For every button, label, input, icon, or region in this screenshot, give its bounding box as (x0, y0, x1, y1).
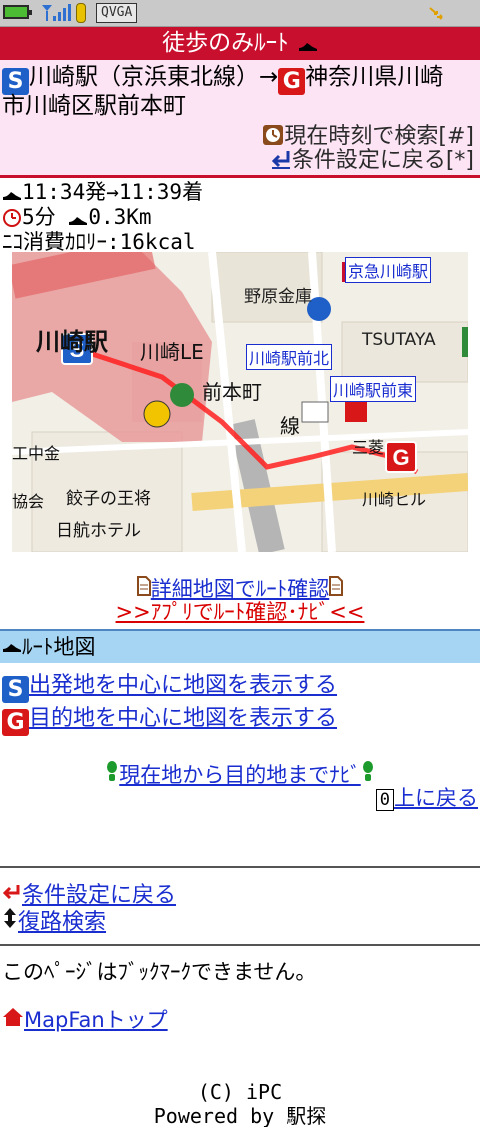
map-label: 日航ホテル (56, 521, 141, 541)
footprint-icon (107, 761, 118, 781)
goal-center-link[interactable]: 目的地を中心に地図を表示する (29, 706, 337, 731)
route-to-line2: 市川崎区駅前本町 (2, 93, 186, 119)
route-from: 川崎駅（京浜東北線）→ (29, 64, 279, 90)
map-label: 川崎駅前東 (330, 376, 417, 402)
divider (0, 944, 480, 946)
map-label: 川崎ヒル (362, 490, 427, 509)
start-center-link[interactable]: 出発地を中心に地図を表示する (29, 673, 337, 698)
back-top-row: 0 上に戻る (375, 784, 478, 812)
route-to-line1: 神奈川県川崎 (305, 64, 444, 90)
navi-current-link[interactable]: 現在地から目的地までﾅﾋﾞ (119, 763, 361, 787)
walking-shoe-icon (3, 192, 21, 200)
mapfan-top-link[interactable]: MapFanトップ (24, 1008, 168, 1032)
battery-icon (3, 5, 32, 19)
return-arrow-icon (271, 151, 290, 169)
detail-map-link[interactable]: 詳細地図でﾙｰﾄ確認 (151, 577, 330, 601)
walking-shoe-icon (298, 43, 317, 51)
map-label: 川崎LE (140, 340, 204, 364)
copyright: (C) iPC (197, 1080, 283, 1104)
memory-card-icon (76, 3, 86, 23)
divider (0, 175, 480, 178)
map-label: 川崎駅前北 (246, 344, 333, 370)
return-arrow-icon (2, 885, 20, 900)
calorie-icon: ﾆｺ (2, 230, 23, 254)
return-route-row: 復路検索 (2, 907, 106, 937)
key-zero-icon: 0 (375, 789, 394, 811)
powered-by: Powered by 駅探 (153, 1104, 327, 1127)
app-navi-link[interactable]: >>ｱﾌﾟﾘでﾙｰﾄ確認･ﾅﾋﾞ<< (116, 600, 365, 624)
map-label: 前本町 (202, 380, 262, 404)
goal-center-row: G 目的地を中心に地図を表示する (2, 705, 337, 736)
search-now-option[interactable]: 現在時刻で検索[#] (262, 124, 474, 150)
map-label: 京急川崎駅 (345, 257, 432, 283)
map-label: 協会 (12, 492, 45, 511)
route-duration-distance: 5分 0.3Km (2, 205, 152, 230)
up-down-arrow-icon (4, 908, 16, 928)
map-label: 餃子の王将 (66, 489, 151, 509)
walking-shoe-icon (69, 217, 88, 225)
walking-shoe-icon (3, 644, 21, 652)
map-label: 三菱 (352, 438, 385, 457)
back-top-link[interactable]: 上に戻る (394, 786, 478, 810)
route-map-section-header: ﾙｰﾄ地図 (0, 629, 480, 663)
back-conditions-row: 条件設定に戻る (2, 882, 176, 910)
search-now-label: 現在時刻で検索[#] (284, 124, 474, 149)
back-conditions-option[interactable]: 条件設定に戻る[*] (270, 148, 474, 174)
no-bookmark-notice: このﾍﾟｰｼﾞはﾌﾞｯｸﾏｰｸできません。 (2, 960, 317, 984)
map-label: 線 (280, 414, 300, 438)
mapfan-top-row: MapFanトップ (2, 1006, 168, 1034)
signal-icon (42, 4, 71, 21)
page-title-bar: 徒歩のみﾙｰﾄ (0, 27, 480, 60)
start-center-row: S 出発地を中心に地図を表示する (2, 672, 337, 703)
clock-icon (263, 125, 284, 145)
gps-icon (429, 7, 443, 20)
route-header: S 川崎駅（京浜東北線）→ G 神奈川県川崎 市川崎区駅前本町 現在時刻で検索[#] … (0, 60, 480, 175)
qvga-icon: QVGA (96, 3, 138, 23)
start-badge-icon: S (2, 68, 29, 95)
divider (0, 866, 480, 868)
back-conditions-link[interactable]: 条件設定に戻る (22, 883, 176, 908)
map-label: 川崎駅 (36, 328, 108, 356)
goal-badge-icon: G (2, 709, 29, 736)
svg-text:G: G (392, 445, 409, 470)
goal-badge-icon: G (278, 68, 306, 95)
back-conditions-label: 条件設定に戻る[*] (291, 148, 474, 173)
footprint-icon (362, 761, 373, 781)
return-route-link[interactable]: 復路検索 (18, 910, 106, 935)
duration: 5分 (22, 205, 56, 229)
route-map[interactable]: S G 川崎駅 京急川崎駅 野原金庫 TSUTAYA 川崎駅前北 川崎駅前東 前… (12, 252, 468, 552)
document-icon (329, 576, 344, 596)
map-label: TSUTAYA (362, 330, 436, 350)
start-badge-icon: S (2, 676, 29, 703)
home-icon (3, 1008, 23, 1026)
status-bar: QVGA (0, 0, 480, 27)
map-label: 工中金 (12, 444, 61, 463)
map-label: 野原金庫 (244, 287, 312, 307)
page-title: 徒歩のみﾙｰﾄ (162, 30, 289, 56)
document-icon (136, 576, 151, 596)
distance: 0.3Km (88, 205, 152, 229)
timer-icon (3, 209, 21, 227)
route-time: 11:34発→11:39着 (2, 180, 203, 205)
